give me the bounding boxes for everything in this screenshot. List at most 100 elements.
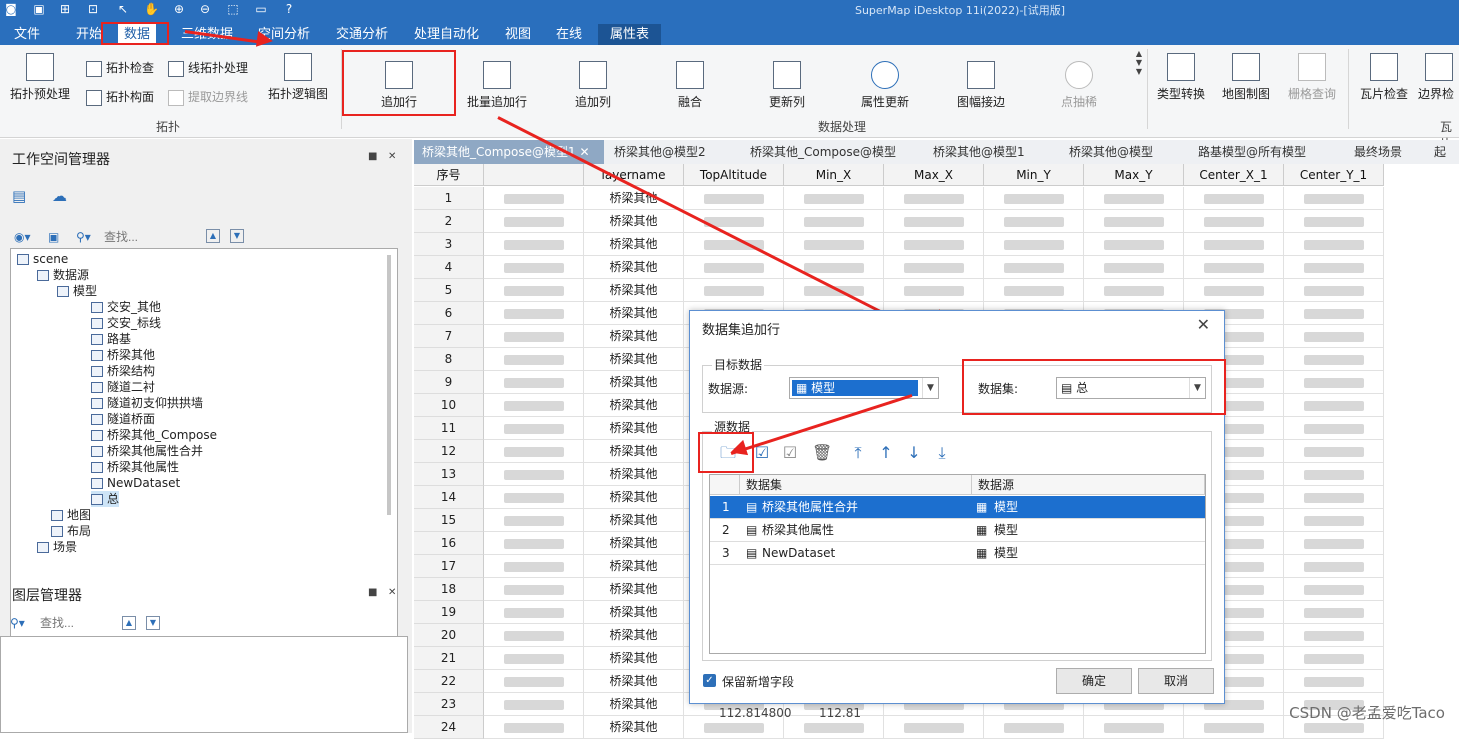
table-cell[interactable] [784, 187, 884, 210]
table-cell[interactable] [1284, 348, 1384, 371]
row-number[interactable]: 7 [414, 325, 484, 348]
table-cell[interactable] [1284, 233, 1384, 256]
keep-fields-checkbox[interactable]: ✓ [703, 674, 716, 687]
table-cell[interactable] [1084, 187, 1184, 210]
table-cell[interactable] [1284, 279, 1384, 302]
table-row[interactable]: 1 ▤ 桥梁其他属性合并 ▦ 模型 [710, 496, 1205, 519]
line-topology-button[interactable]: 线拓扑处理 [168, 59, 248, 77]
tab-traffic-analysis[interactable]: 交通分析 [330, 24, 394, 45]
zoom-out-icon[interactable]: ⊖ [198, 2, 212, 16]
workspace-view-icon[interactable]: ▤ [12, 187, 26, 205]
table-row[interactable]: 3 ▤ NewDataset ▦ 模型 [710, 542, 1205, 565]
row-number[interactable]: 15 [414, 509, 484, 532]
edge-match-button[interactable]: 图幅接边 [948, 61, 1014, 110]
row-number[interactable]: 12 [414, 440, 484, 463]
table-cell[interactable] [484, 486, 584, 509]
close-icon[interactable]: ✕ [388, 151, 396, 162]
table-cell[interactable]: 桥梁其他 [584, 647, 684, 670]
next-icon[interactable]: ▼ [146, 616, 160, 630]
previous-icon[interactable]: ▲ [122, 616, 136, 630]
tile-check-button[interactable]: 瓦片检查 [1354, 53, 1414, 102]
table-cell[interactable] [484, 670, 584, 693]
table-cell[interactable] [484, 555, 584, 578]
table-cell[interactable] [484, 371, 584, 394]
tree-item[interactable]: 桥梁其他 [91, 347, 155, 363]
table-cell[interactable]: 桥梁其他 [584, 716, 684, 739]
ok-button[interactable]: 确定 [1056, 668, 1132, 694]
table-cell[interactable] [784, 210, 884, 233]
table-cell[interactable]: 桥梁其他 [584, 693, 684, 716]
table-cell[interactable] [1284, 647, 1384, 670]
pointer-icon[interactable]: ↖ [116, 2, 130, 16]
table-cell[interactable]: 桥梁其他 [584, 187, 684, 210]
column-header[interactable]: 序号 [414, 164, 484, 186]
table-cell[interactable] [1084, 256, 1184, 279]
table-cell[interactable] [1284, 256, 1384, 279]
table-cell[interactable] [684, 187, 784, 210]
tab-view[interactable]: 视图 [499, 24, 537, 45]
table-cell[interactable] [1284, 463, 1384, 486]
help-icon[interactable]: ? [282, 2, 296, 16]
table-cell[interactable] [1284, 486, 1384, 509]
doc-tab[interactable]: 起 [1426, 140, 1454, 164]
datasource-select[interactable]: ▦ 模型 ▼ [789, 377, 939, 399]
table-cell[interactable] [1184, 279, 1284, 302]
full-extent-icon[interactable]: ⬚ [226, 2, 240, 16]
column-header[interactable] [484, 164, 584, 186]
row-number[interactable]: 3 [414, 233, 484, 256]
column-header-datasource[interactable]: 数据源 [972, 475, 1205, 495]
table-cell[interactable] [484, 279, 584, 302]
table-cell[interactable] [984, 233, 1084, 256]
point-thin-button[interactable]: 点抽稀 [1048, 61, 1110, 110]
table-cell[interactable] [1284, 371, 1384, 394]
row-number[interactable]: 10 [414, 394, 484, 417]
pin-icon[interactable]: ■ [368, 587, 377, 598]
table-cell[interactable] [1284, 394, 1384, 417]
table-cell[interactable] [1284, 601, 1384, 624]
tree-item[interactable]: 桥梁结构 [91, 363, 155, 379]
table-cell[interactable]: 桥梁其他 [584, 302, 684, 325]
column-header[interactable]: Min_X [784, 164, 884, 186]
folder-icon[interactable]: ▭ [254, 2, 268, 16]
doc-tab[interactable]: 桥梁其他@模型1 [925, 140, 1033, 164]
tree-node-scene-folder[interactable]: 场景 [37, 539, 77, 555]
save-icon[interactable]: ▣ [32, 2, 46, 16]
doc-tab[interactable]: 最终场景 [1346, 140, 1410, 164]
tree-scrollbar[interactable] [387, 255, 391, 515]
table-cell[interactable] [1284, 417, 1384, 440]
table-cell[interactable]: 桥梁其他 [584, 601, 684, 624]
doc-tab[interactable]: 桥梁其他_Compose@模型1 ✕ [414, 140, 604, 164]
table-cell[interactable] [1184, 256, 1284, 279]
move-down-icon[interactable]: ↓ [904, 443, 924, 463]
boundary-check-button[interactable]: 边界检 [1418, 53, 1459, 102]
table-cell[interactable] [984, 279, 1084, 302]
table-cell[interactable] [1184, 210, 1284, 233]
table-cell[interactable] [484, 325, 584, 348]
table-cell[interactable] [784, 279, 884, 302]
close-tab-icon[interactable]: ✕ [579, 145, 589, 159]
row-number[interactable]: 5 [414, 279, 484, 302]
doc-tab[interactable]: 桥梁其他@模型2 [606, 140, 714, 164]
table-cell[interactable] [484, 417, 584, 440]
table-cell[interactable] [484, 394, 584, 417]
table-cell[interactable]: 桥梁其他 [584, 417, 684, 440]
table-cell[interactable]: 桥梁其他 [584, 371, 684, 394]
attribute-update-button[interactable]: 属性更新 [850, 61, 920, 110]
table-cell[interactable] [484, 210, 584, 233]
search-icon[interactable]: ⚲▾ [76, 230, 91, 244]
delete-icon[interactable]: 🗑 [812, 443, 832, 463]
doc-tab[interactable]: 路基模型@所有模型 [1190, 140, 1314, 164]
table-cell[interactable] [784, 233, 884, 256]
tab-attribute-table[interactable]: 属性表 [598, 24, 661, 45]
cloud-storage-icon[interactable]: ☁ [52, 187, 67, 205]
table-cell[interactable] [484, 509, 584, 532]
table-cell[interactable] [884, 210, 984, 233]
close-icon[interactable]: ✕ [1197, 315, 1210, 334]
column-header[interactable]: Center_Y_1 [1284, 164, 1384, 186]
doc-tab[interactable]: 桥梁其他@模型 [1061, 140, 1161, 164]
tree-item[interactable]: 隧道桥面 [91, 411, 155, 427]
row-number[interactable]: 18 [414, 578, 484, 601]
table-cell[interactable]: 桥梁其他 [584, 394, 684, 417]
row-number[interactable]: 17 [414, 555, 484, 578]
table-cell[interactable] [884, 233, 984, 256]
